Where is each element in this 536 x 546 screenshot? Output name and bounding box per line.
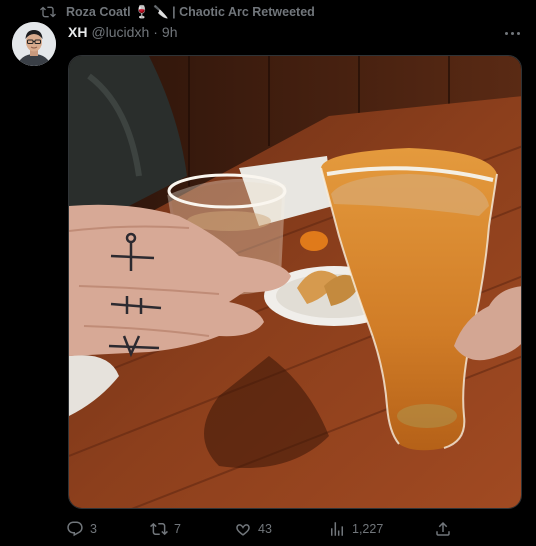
retweet-context[interactable]: Roza Coatl 🍷 🔪 | Chaotic Arc Retweeted [40,4,315,20]
tweet-photo[interactable] [68,55,522,509]
retweet-context-text: Roza Coatl 🍷 🔪 | Chaotic Arc Retweeted [66,4,315,19]
retweet-button[interactable]: 7 [150,518,181,540]
retweet-icon [150,522,168,536]
share-icon [436,521,450,536]
retweet-count: 7 [174,522,181,536]
author-handle[interactable]: @lucidxh [91,24,149,40]
tweet-timestamp[interactable]: 9h [162,24,178,40]
tweet-actions: 3 7 43 1,227 [66,518,456,540]
avatar[interactable] [12,22,56,66]
views-button[interactable]: 1,227 [328,518,383,540]
more-icon[interactable] [502,26,522,40]
tweet-header: XH @lucidxh · 9h [68,24,178,40]
like-icon [236,524,250,536]
views-count: 1,227 [352,522,384,536]
reply-icon [67,521,83,537]
like-button[interactable]: 43 [234,518,272,540]
share-button[interactable] [434,518,452,540]
retweet-icon [40,6,56,18]
separator: · [153,24,158,40]
reply-count: 3 [90,522,97,536]
like-count: 43 [258,522,272,536]
author-name[interactable]: XH [68,24,87,40]
views-icon [331,522,343,536]
reply-button[interactable]: 3 [66,518,97,540]
